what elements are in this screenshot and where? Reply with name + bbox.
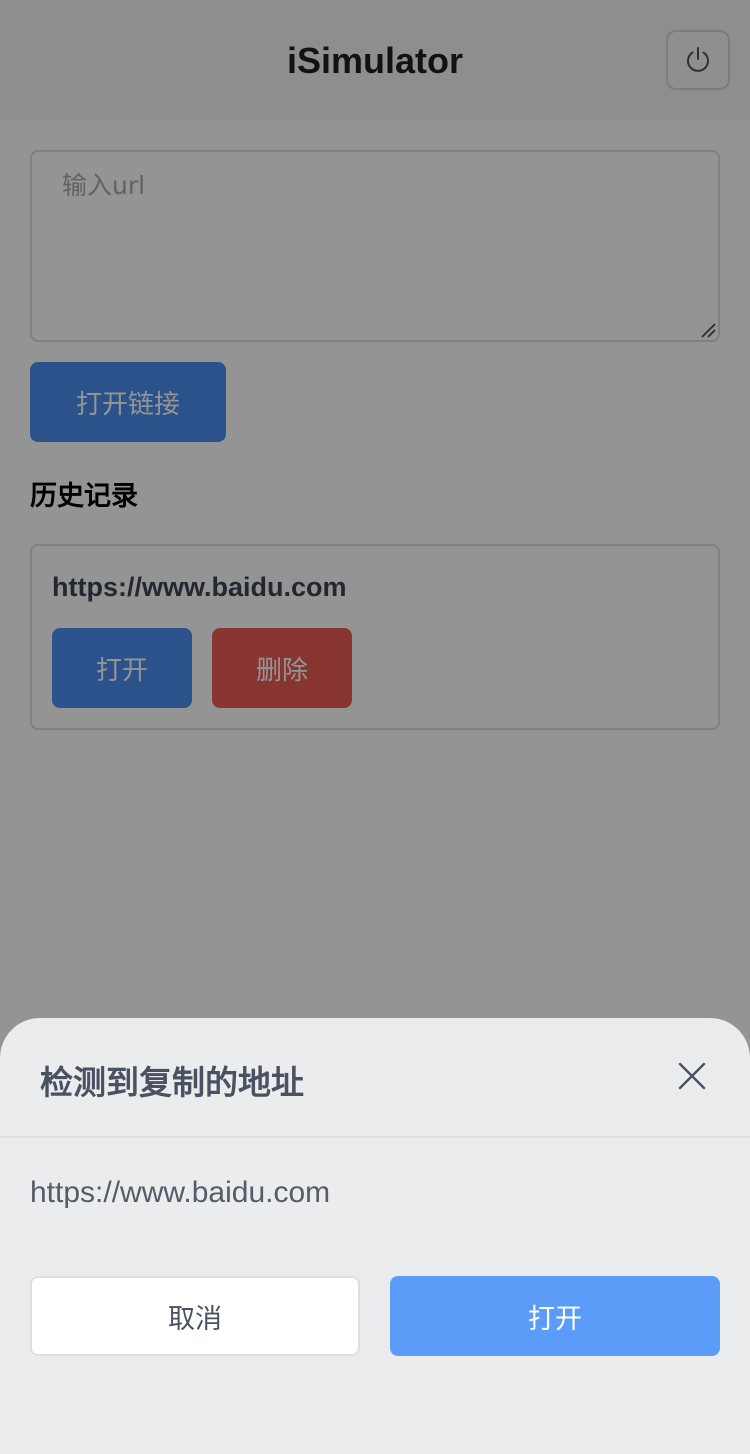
open-button[interactable]: 打开 [390, 1276, 720, 1356]
sheet-title: 检测到复制的地址 [40, 1063, 304, 1102]
cancel-button[interactable]: 取消 [30, 1276, 360, 1356]
sheet-detected-url: https://www.baidu.com [30, 1176, 331, 1209]
clipboard-url-sheet: 检测到复制的地址 https://www.baidu.com 取消 打开 [0, 1018, 750, 1454]
sheet-divider [0, 1136, 750, 1138]
close-icon [678, 1062, 706, 1090]
sheet-close-button[interactable] [672, 1056, 712, 1096]
